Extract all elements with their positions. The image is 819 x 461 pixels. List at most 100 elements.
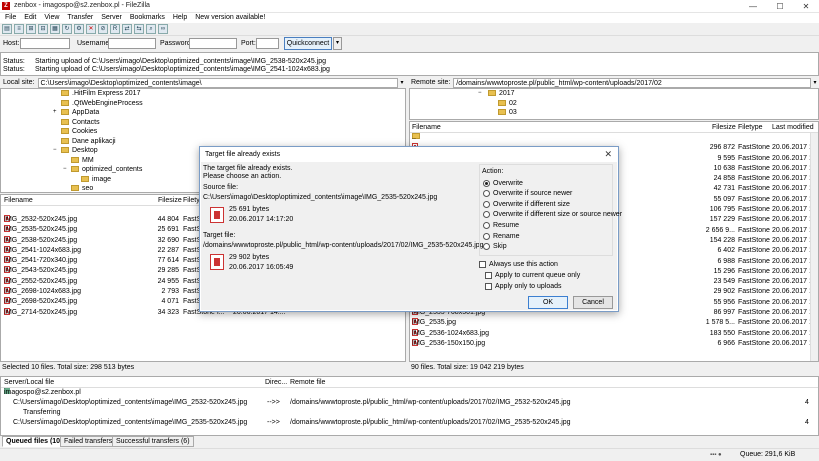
remote-site-label: Remote site: [411, 79, 451, 86]
local-path-input[interactable]: C:\Users\imago\Desktop\optimized_content… [37, 77, 398, 88]
folder-icon [71, 185, 79, 192]
radio-overwrite[interactable]: Overwrite [483, 180, 523, 187]
dialog-instruction: Please choose an action. [203, 173, 282, 180]
tab-successful-transfers[interactable]: Successful transfers (6) [112, 436, 194, 447]
remote-path-dropdown-icon[interactable]: ▾ [811, 79, 819, 86]
tree-item[interactable]: Dane aplikacji [1, 137, 405, 147]
list-item[interactable]: .. [410, 133, 818, 143]
tree-item[interactable]: .QtWebEngineProcess [1, 99, 405, 109]
status-icons: ▪▪▪ ● [710, 452, 722, 458]
remote-tree[interactable]: −2017 02 03 [409, 88, 819, 120]
minimize-button[interactable]: — [740, 0, 766, 13]
col-filetype[interactable]: Filetype [738, 124, 763, 131]
col-server-local-file[interactable]: Server/Local file [4, 379, 54, 386]
port-label: Port: [241, 40, 256, 47]
message-log[interactable]: Status: Starting upload of C:\Users\imago… [0, 52, 819, 76]
table-row[interactable]: IMG_2535.jpg 1 578 5... FastStone 20.06.201… [410, 318, 818, 328]
filezilla-logo-icon: Z [2, 2, 10, 10]
radio-overwrite-if-different-size[interactable]: Overwrite if different size [483, 201, 570, 208]
cancel-button[interactable]: Cancel [573, 296, 613, 309]
username-label: Username: [77, 40, 112, 47]
tab-queued-files[interactable]: Queued files (10) [2, 436, 67, 447]
col-direction[interactable]: Direc... [265, 379, 287, 386]
username-input[interactable] [108, 38, 156, 49]
search-files-icon[interactable]: ⌕ [146, 24, 156, 34]
refresh-icon[interactable]: ↻ [62, 24, 72, 34]
menu-transfer[interactable]: Transfer [67, 13, 93, 23]
dialog-close-button[interactable]: ✕ [604, 149, 612, 160]
menu-edit[interactable]: Edit [24, 13, 36, 23]
reconnect-icon[interactable]: R [110, 24, 120, 34]
menu-help[interactable]: Help [173, 13, 187, 23]
target-file-size: 29 902 bytes [229, 254, 270, 261]
menu-new-version[interactable]: New version available! [195, 13, 265, 23]
process-queue-icon[interactable]: ⚙ [74, 24, 84, 34]
col-filesize[interactable]: Filesize [712, 124, 736, 131]
radio-overwrite-if-size-or-newer[interactable]: Overwrite if different size or source ne… [483, 211, 622, 218]
tree-item[interactable]: 02 [410, 99, 818, 109]
queue-row[interactable]: C:\Users\imago\Desktop\optimized_content… [1, 418, 818, 428]
expand-icon: + [53, 109, 57, 115]
tree-item[interactable]: .HitFilm Express 2017 [1, 89, 405, 99]
title-bar: Z zenbox - imagospo@s2.zenbox.pl - FileZ… [0, 0, 819, 13]
toggle-queue-icon[interactable]: ▦ [50, 24, 60, 34]
always-use-checkbox[interactable]: Always use this action [479, 261, 558, 268]
tree-item[interactable]: −2017 [410, 89, 818, 99]
menu-bookmarks[interactable]: Bookmarks [130, 13, 165, 23]
password-input[interactable] [189, 38, 237, 49]
radio-rename[interactable]: Rename [483, 233, 519, 240]
toggle-tree-icon[interactable]: ⊞ [26, 24, 36, 34]
ok-button[interactable]: OK [528, 296, 568, 309]
col-filename[interactable]: Filename [4, 197, 33, 204]
folder-icon [488, 90, 496, 97]
toggle-remote-tree-icon[interactable]: ⊟ [38, 24, 48, 34]
radio-overwrite-if-newer[interactable]: Overwrite if source newer [483, 190, 572, 197]
port-input[interactable] [256, 38, 279, 49]
source-file-date: 20.06.2017 14:17:20 [229, 216, 294, 223]
radio-skip[interactable]: Skip [483, 243, 507, 250]
tree-item[interactable]: Cookies [1, 127, 405, 137]
maximize-button[interactable]: ☐ [767, 0, 793, 13]
window-title: zenbox - imagospo@s2.zenbox.pl - FileZil… [14, 2, 150, 9]
col-filename[interactable]: Filename [412, 124, 441, 131]
folder-icon [498, 99, 506, 106]
col-filesize[interactable]: Filesize [158, 197, 182, 204]
quickconnect-bar: Host: Username: Password: Port: Quickcon… [0, 37, 819, 51]
queue-row[interactable]: C:\Users\imago\Desktop\optimized_content… [1, 398, 818, 408]
tree-item[interactable]: + AppData [1, 108, 405, 118]
menu-server[interactable]: Server [101, 13, 122, 23]
folder-icon [61, 99, 69, 106]
close-window-button[interactable]: ✕ [793, 0, 819, 13]
menu-view[interactable]: View [44, 13, 59, 23]
col-remote-file[interactable]: Remote file [290, 379, 325, 386]
queue-server-row[interactable]: imagospo@s2.zenbox.pl [1, 388, 818, 398]
remote-path-input[interactable]: /domains/wwwtoproste.pl/public_html/wp-c… [453, 77, 811, 88]
menu-file[interactable]: File [5, 13, 16, 23]
local-path-dropdown-icon[interactable]: ▾ [398, 79, 406, 86]
quickconnect-button[interactable]: Quickconnect [284, 37, 332, 50]
host-input[interactable] [20, 38, 70, 49]
tab-failed-transfers[interactable]: Failed transfers [60, 436, 117, 447]
binoculars-icon[interactable]: ∞ [158, 24, 168, 34]
quickconnect-dropdown-icon[interactable]: ▾ [333, 37, 342, 50]
apply-uploads-checkbox[interactable]: Apply only to uploads [485, 283, 562, 290]
radio-resume[interactable]: Resume [483, 222, 519, 229]
collapse-icon: − [478, 90, 482, 96]
table-row[interactable]: IMG_2536-1024x683.jpg 183 550 FastStone 20.… [410, 328, 818, 339]
cancel-operation-icon[interactable]: ✕ [86, 24, 96, 34]
site-manager-icon[interactable]: ▤ [2, 24, 12, 34]
disconnect-icon[interactable]: ⊘ [98, 24, 108, 34]
col-last-modified[interactable]: Last modified [772, 124, 814, 131]
table-row[interactable]: IMG_2536-150x150.jpg 6 966 FastStone 20.06.… [410, 338, 818, 349]
directory-compare-icon[interactable]: ⇄ [122, 24, 132, 34]
file-exists-dialog: Target file already exists ✕ The target … [199, 146, 622, 312]
transfer-queue[interactable]: Server/Local file Direc... Remote file i… [0, 376, 819, 436]
queue-row-status: Transferring [23, 409, 61, 416]
sync-browse-icon[interactable]: ⇆ [134, 24, 144, 34]
toggle-log-icon[interactable]: ≡ [14, 24, 24, 34]
remote-scrollbar[interactable] [810, 133, 818, 361]
tree-item[interactable]: 03 [410, 108, 818, 118]
apply-queue-checkbox[interactable]: Apply to current queue only [485, 272, 580, 279]
source-file-icon [210, 207, 224, 223]
tree-item[interactable]: Contacts [1, 118, 405, 128]
